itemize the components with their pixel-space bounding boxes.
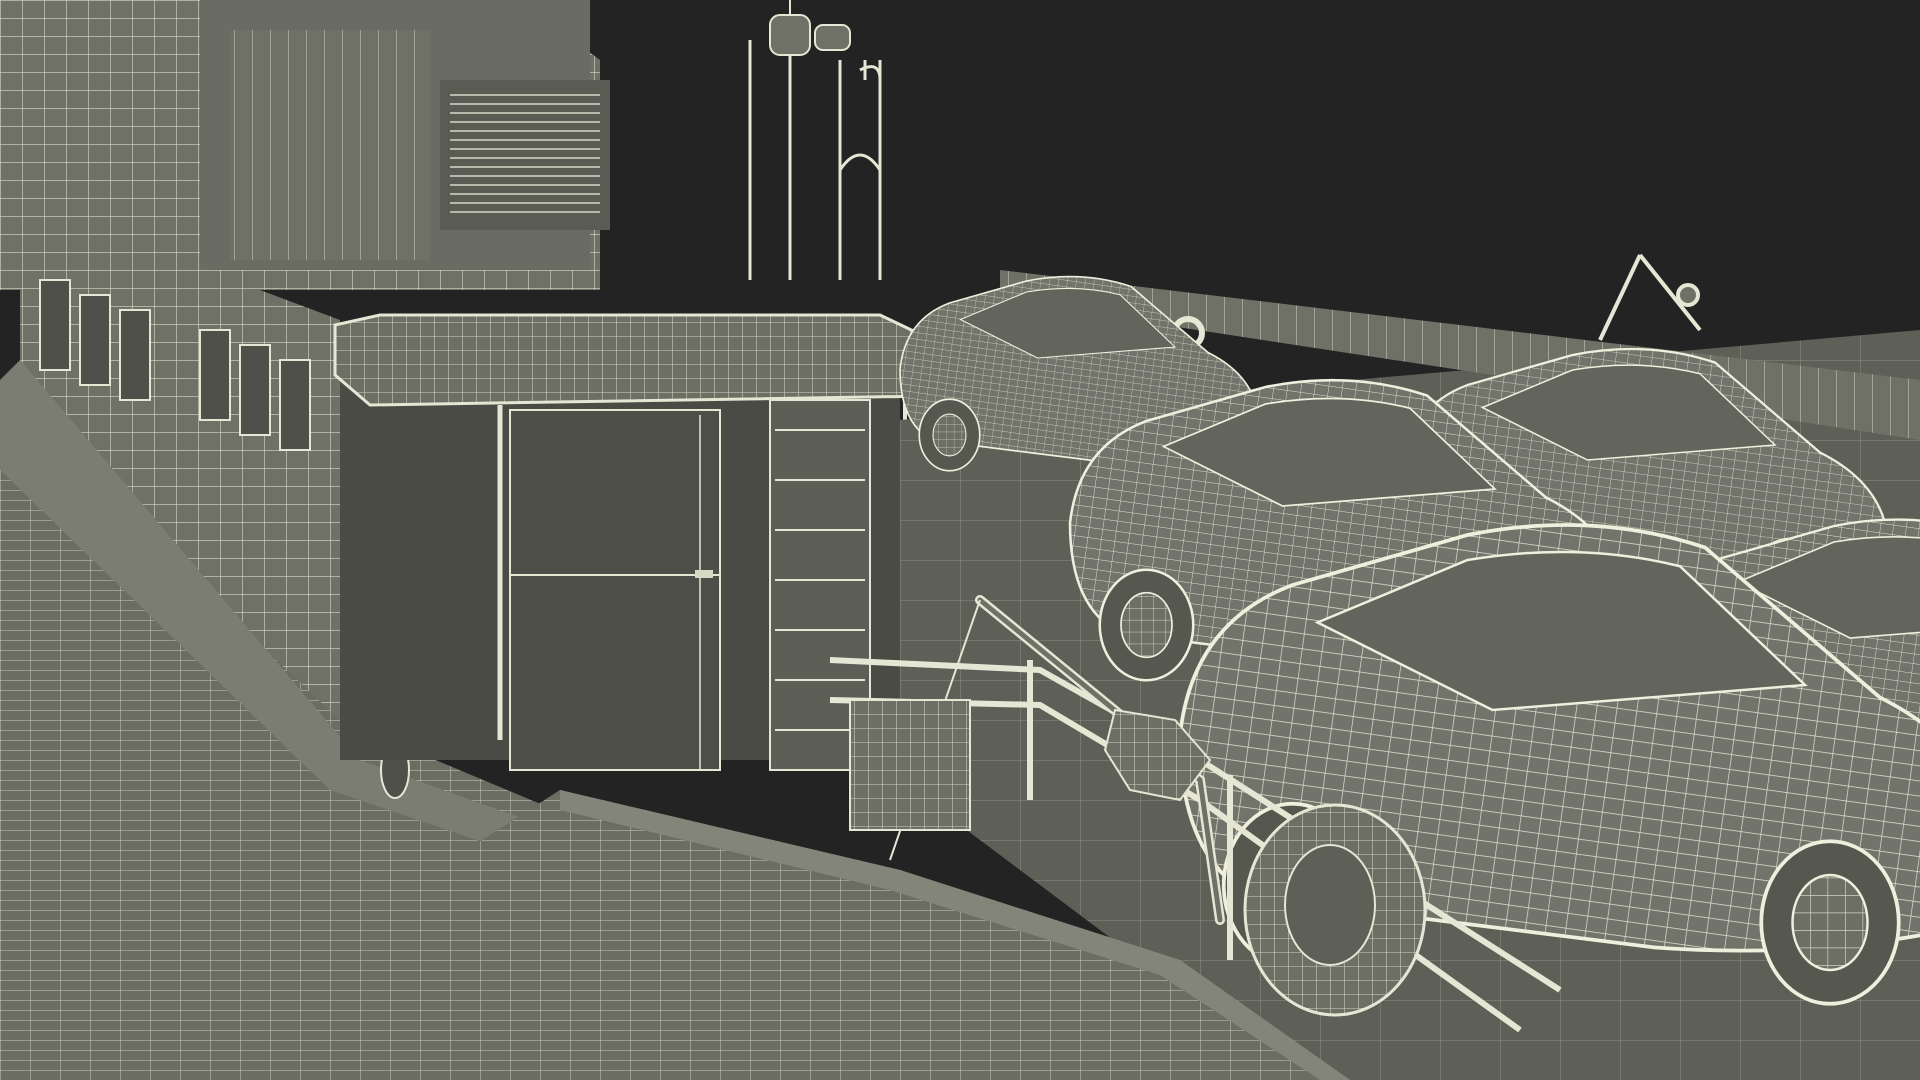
mast-ladder — [748, 40, 882, 280]
cabin-window — [279, 359, 311, 451]
cabin-window — [79, 294, 111, 386]
stairway — [440, 80, 610, 230]
cabin-window — [39, 279, 71, 371]
antenna — [769, 0, 851, 56]
deck-crane — [1598, 253, 1702, 341]
deck-winch — [849, 699, 971, 831]
cabin-window — [199, 329, 231, 421]
wireframe-scene — [0, 0, 1920, 1080]
life-ring — [1243, 803, 1427, 1017]
door-handle — [695, 570, 713, 578]
cabin-window — [119, 309, 151, 401]
render-viewport — [0, 0, 1920, 1080]
cabin-window — [239, 344, 271, 436]
